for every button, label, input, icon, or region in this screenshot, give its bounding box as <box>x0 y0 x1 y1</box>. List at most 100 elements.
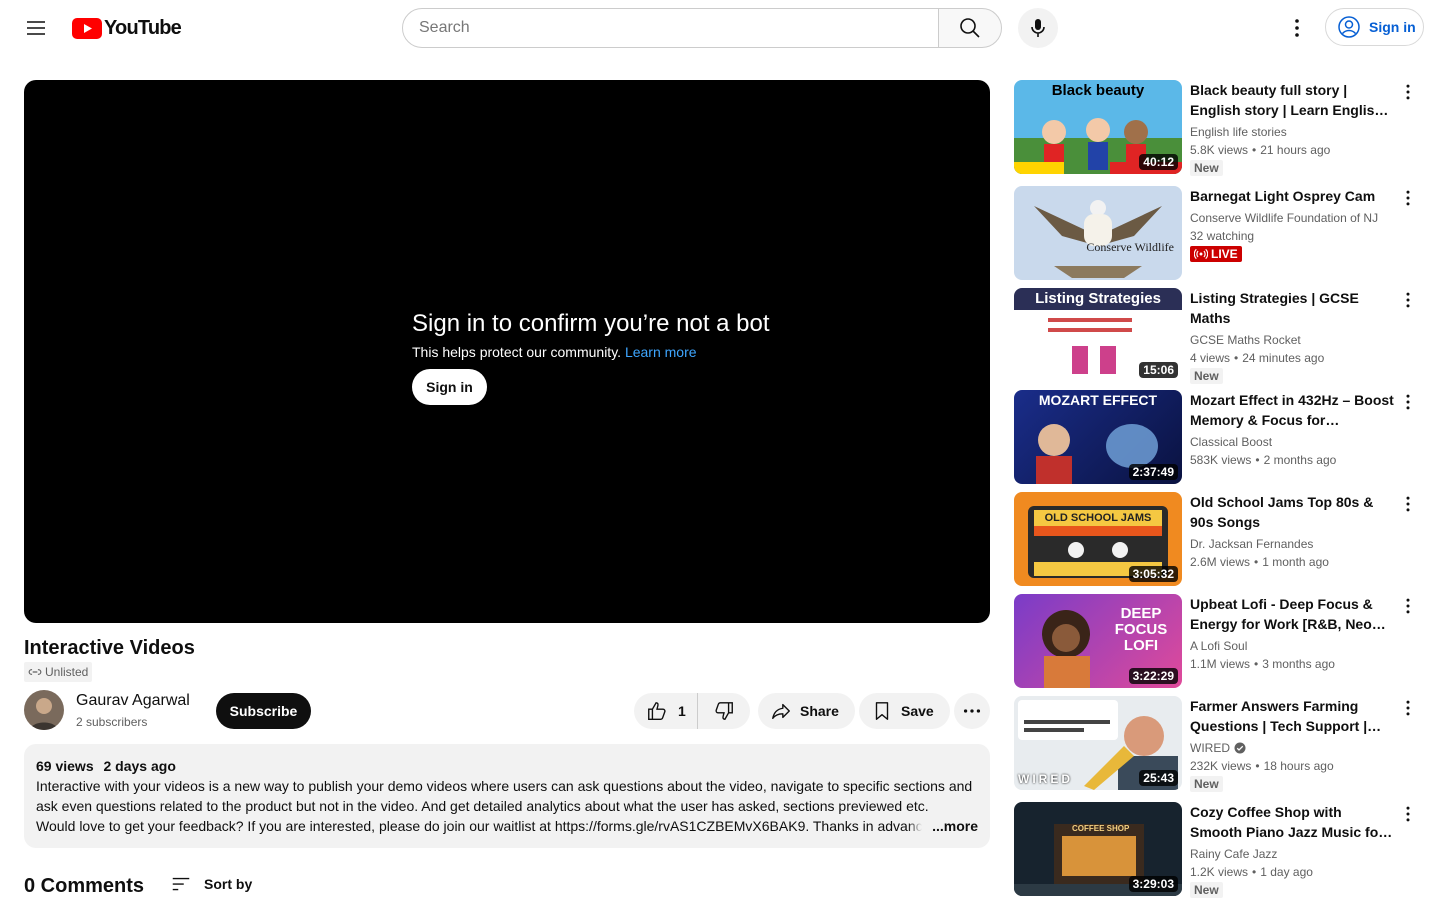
vertical-dots-icon <box>1406 394 1410 410</box>
recommendation-title[interactable]: Black beauty full story | English story … <box>1190 80 1396 120</box>
video-duration: 40:12 <box>1139 154 1178 170</box>
sort-label: Sort by <box>204 876 253 892</box>
vertical-dots-icon <box>1406 292 1410 308</box>
vertical-dots-icon <box>1295 19 1299 37</box>
recommendation-item[interactable]: COFFEE SHOP 3:29:03 Cozy Coffee Shop wit… <box>1014 802 1424 898</box>
recommendation-channel[interactable]: A Lofi Soul <box>1190 637 1396 655</box>
description-line: Interactive with your videos is a new wa… <box>36 778 973 794</box>
video-thumbnail[interactable]: Conserve Wildlife <box>1014 186 1182 280</box>
show-more-button[interactable]: ...more <box>908 816 978 836</box>
recommendation-title[interactable]: Mozart Effect in 432Hz – Boost Memory & … <box>1190 390 1396 430</box>
recommendation-title[interactable]: Upbeat Lofi - Deep Focus & Energy for Wo… <box>1190 594 1396 634</box>
bot-check-subtitle-text: This helps protect our community. <box>412 344 622 360</box>
like-dislike-group: 1 <box>634 693 750 729</box>
hamburger-menu-icon <box>27 21 45 35</box>
link-icon <box>28 669 42 675</box>
recommendation-item[interactable]: Conserve Wildlife Barnegat Light Osprey … <box>1014 186 1424 280</box>
recommendation-views: 583K views <box>1190 453 1252 467</box>
vertical-dots-icon <box>1406 700 1410 716</box>
voice-search-button[interactable] <box>1018 8 1058 48</box>
description-line: Would love to get your feedback? If you … <box>36 818 935 834</box>
recommendation-item[interactable]: Listing Strategies 15:06 Listing Strateg… <box>1014 288 1424 384</box>
sort-comments-button[interactable]: Sort by <box>170 873 252 895</box>
search-button[interactable] <box>938 8 1002 48</box>
recommendation-views: 232K views <box>1190 759 1252 773</box>
sign-in-button[interactable]: Sign in <box>1325 8 1424 46</box>
video-thumbnail[interactable]: MOZART EFFECT 2:37:49 <box>1014 390 1182 484</box>
recommendation-menu-button[interactable] <box>1396 802 1420 826</box>
video-thumbnail[interactable]: Black beauty 40:12 <box>1014 80 1182 174</box>
youtube-logo[interactable]: YouTube <box>72 17 182 40</box>
thumbs-down-icon <box>715 702 733 720</box>
video-title: Interactive Videos <box>24 637 195 659</box>
dislike-button[interactable] <box>698 693 750 729</box>
recommendation-item[interactable]: Black beauty 40:12 Black beauty full sto… <box>1014 80 1424 176</box>
recommendation-channel[interactable]: Conserve Wildlife Foundation of NJ <box>1190 209 1396 227</box>
learn-more-link[interactable]: Learn more <box>625 344 697 360</box>
video-duration: 15:06 <box>1139 362 1178 378</box>
recommendation-views: 4 views <box>1190 351 1231 365</box>
recommendation-meta: 32 watching <box>1190 227 1396 245</box>
recommendation-title[interactable]: Cozy Coffee Shop with Smooth Piano Jazz … <box>1190 802 1396 842</box>
recommendation-channel[interactable]: WIRED <box>1190 739 1396 757</box>
channel-avatar[interactable] <box>24 690 64 730</box>
recommendation-item[interactable]: MOZART EFFECT 2:37:49 Mozart Effect in 4… <box>1014 390 1424 484</box>
video-thumbnail[interactable]: DEEP FOCUS LOFI 3:22:29 <box>1014 594 1182 688</box>
recommendation-meta: 1.1M views • 3 months ago <box>1190 655 1396 673</box>
like-button[interactable]: 1 <box>634 693 698 729</box>
recommendation-menu-button[interactable] <box>1396 594 1420 618</box>
video-thumbnail[interactable]: COFFEE SHOP 3:29:03 <box>1014 802 1182 896</box>
recommendation-menu-button[interactable] <box>1396 696 1420 720</box>
thumbnail-caption: COFFEE SHOP <box>1072 824 1130 833</box>
recommendation-menu-button[interactable] <box>1396 492 1420 516</box>
video-player[interactable]: Sign in to confirm you’re not a bot This… <box>24 80 990 623</box>
channel-name[interactable]: Gaurav Agarwal <box>76 692 190 710</box>
share-button[interactable]: Share <box>758 693 855 729</box>
save-button[interactable]: Save <box>859 693 950 729</box>
like-count: 1 <box>678 703 686 719</box>
recommendation-channel[interactable]: English life stories <box>1190 123 1396 141</box>
recommendation-channel[interactable]: GCSE Maths Rocket <box>1190 331 1396 349</box>
recommendation-channel[interactable]: Classical Boost <box>1190 433 1396 451</box>
recommendation-channel[interactable]: Rainy Cafe Jazz <box>1190 845 1396 863</box>
recommendation-menu-button[interactable] <box>1396 80 1420 104</box>
recommendation-channel[interactable]: Dr. Jacksan Fernandes <box>1190 535 1396 553</box>
recommendation-title[interactable]: Listing Strategies | GCSE Maths <box>1190 288 1396 328</box>
guide-menu-button[interactable] <box>16 8 56 48</box>
recommendation-menu-button[interactable] <box>1396 288 1420 312</box>
video-thumbnail[interactable]: OLD SCHOOL JAMS 3:05:32 <box>1014 492 1182 586</box>
recommendation-menu-button[interactable] <box>1396 390 1420 414</box>
recommendation-channel-name: A Lofi Soul <box>1190 639 1248 653</box>
recommendation-age: 21 hours ago <box>1260 143 1331 157</box>
bot-check-subtitle: This helps protect our community. Learn … <box>412 344 770 360</box>
recommendation-meta: 5.8K views • 21 hours ago <box>1190 141 1396 159</box>
subscribe-button[interactable]: Subscribe <box>216 693 311 729</box>
description-box[interactable]: 69 views 2 days ago Interactive with you… <box>24 744 990 848</box>
live-broadcast-icon <box>1194 248 1208 260</box>
new-badge: New <box>1190 160 1223 176</box>
player-sign-in-button[interactable]: Sign in <box>412 369 487 405</box>
recommendation-title[interactable]: Farmer Answers Farming Questions | Tech … <box>1190 696 1396 736</box>
recommendation-details: Barnegat Light Osprey Cam Conserve Wildl… <box>1190 186 1396 265</box>
search-icon <box>960 18 980 38</box>
search-box[interactable] <box>402 8 939 48</box>
video-duration: 25:43 <box>1139 770 1178 786</box>
settings-button[interactable] <box>1277 8 1317 48</box>
recommendation-item[interactable]: DEEP FOCUS LOFI 3:22:29 Upbeat Lofi - De… <box>1014 594 1424 688</box>
more-actions-button[interactable] <box>954 693 990 729</box>
avatar-image <box>24 690 64 730</box>
recommendation-menu-button[interactable] <box>1396 186 1420 210</box>
recommendation-meta: 2.6M views • 1 month ago <box>1190 553 1396 571</box>
vertical-dots-icon <box>1406 496 1410 512</box>
horizontal-dots-icon <box>963 709 981 713</box>
search-input[interactable] <box>419 19 938 37</box>
recommendation-title[interactable]: Barnegat Light Osprey Cam <box>1190 186 1396 206</box>
video-thumbnail[interactable]: Listing Strategies 15:06 <box>1014 288 1182 382</box>
recommendation-item[interactable]: WIRED 25:43 Farmer Answers Farming Quest… <box>1014 696 1424 792</box>
video-thumbnail[interactable]: WIRED 25:43 <box>1014 696 1182 790</box>
recommendation-item[interactable]: OLD SCHOOL JAMS 3:05:32 Old School Jams … <box>1014 492 1424 586</box>
recommendation-age: 24 minutes ago <box>1242 351 1325 365</box>
unlisted-badge: Unlisted <box>24 662 93 682</box>
youtube-play-logo-icon <box>72 18 102 39</box>
recommendation-title[interactable]: Old School Jams Top 80s & 90s Songs <box>1190 492 1396 532</box>
